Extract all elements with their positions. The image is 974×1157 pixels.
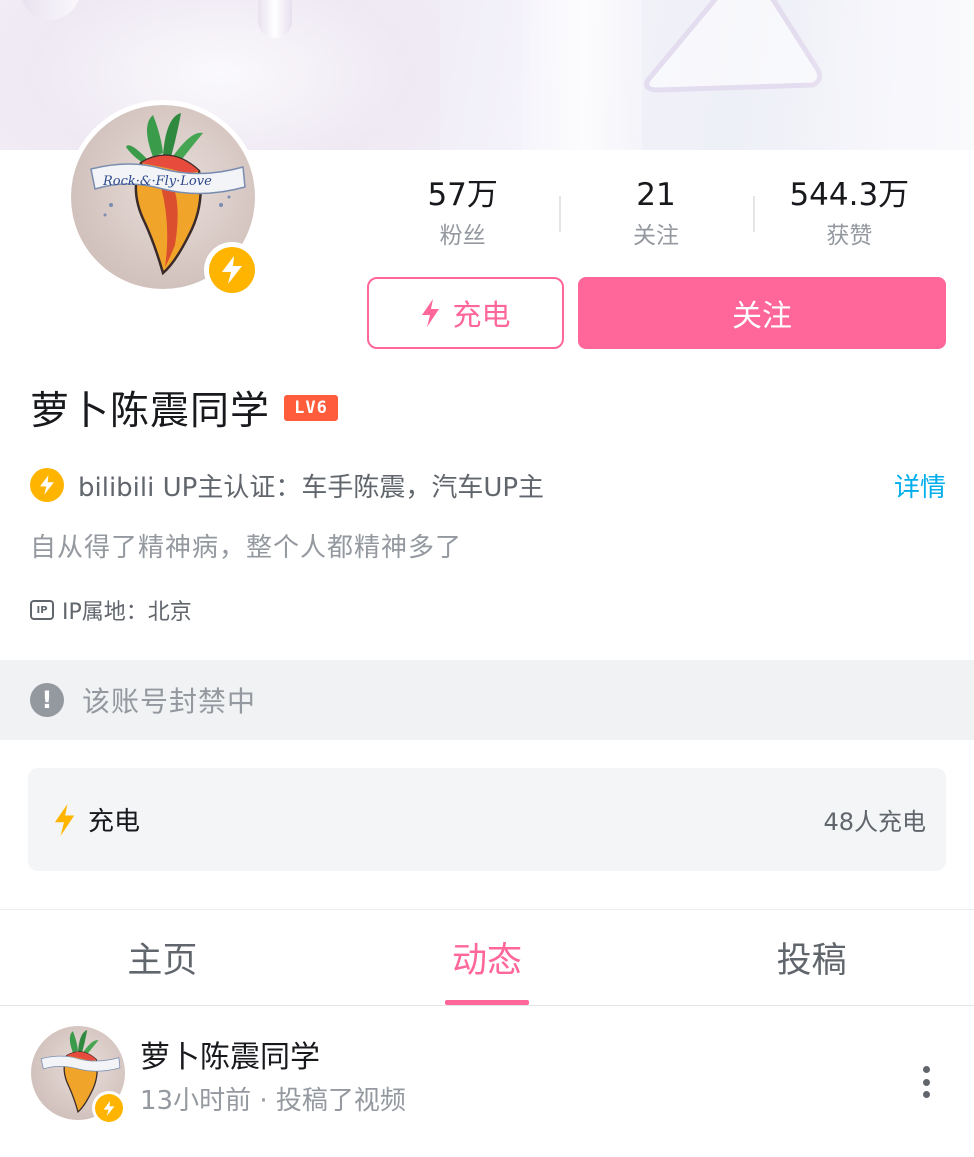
- stat-value: 57万: [427, 177, 498, 213]
- feed-meta: 13小时前 · 投稿了视频: [140, 1086, 406, 1116]
- lightning-icon: [422, 299, 440, 327]
- verified-badge-icon: [204, 242, 260, 298]
- verified-badge-icon: [92, 1091, 126, 1125]
- stat-following[interactable]: 21 关注: [559, 170, 752, 260]
- profile-stats: 57万 粉丝 21 关注 544.3万 获赞: [366, 170, 946, 260]
- profile-bio: 自从得了精神病，整个人都精神多了: [30, 533, 463, 563]
- follow-button[interactable]: 关注: [578, 277, 946, 349]
- ip-location-row: IP IP属地：北京: [30, 592, 192, 628]
- svg-text:Rock·&·Fly·Love: Rock·&·Fly·Love: [102, 174, 212, 189]
- exclamation-icon: !: [30, 683, 64, 717]
- stat-followers[interactable]: 57万 粉丝: [366, 170, 559, 260]
- ip-icon: IP: [30, 600, 54, 620]
- stat-label: 粉丝: [439, 223, 486, 249]
- lightning-icon: [54, 803, 75, 836]
- stat-value: 21: [636, 177, 676, 213]
- stat-label: 获赞: [826, 223, 873, 249]
- level-badge: LV6: [284, 395, 339, 421]
- banner-decoration: [794, 0, 974, 150]
- lightning-icon: [222, 256, 242, 284]
- charge-button[interactable]: 充电: [367, 277, 564, 349]
- charge-card[interactable]: 充电 48人充电: [28, 768, 946, 871]
- certification-row: bilibili UP主认证：车手陈震，汽车UP主 详情: [30, 462, 946, 508]
- certification-detail-link[interactable]: 详情: [894, 467, 946, 504]
- lightning-icon: [40, 475, 54, 495]
- banner-decoration: [522, 0, 642, 150]
- charge-card-title: 充电: [88, 807, 141, 837]
- tab-dynamics[interactable]: 动态: [325, 910, 650, 1005]
- tab-home[interactable]: 主页: [0, 910, 325, 1005]
- charge-button-label: 充电: [452, 298, 511, 332]
- verified-badge-icon: [30, 468, 64, 502]
- ip-location-text: IP属地：北京: [62, 600, 192, 625]
- follow-button-label: 关注: [732, 299, 792, 334]
- profile-name: 萝卜陈震同学: [30, 389, 271, 434]
- banner-decoration: [258, 0, 292, 38]
- certification-text: bilibili UP主认证：车手陈震，汽车UP主: [78, 472, 545, 503]
- banned-notice-text: 该账号封禁中: [82, 685, 257, 718]
- stat-value: 544.3万: [789, 177, 910, 213]
- stat-label: 关注: [632, 223, 679, 249]
- charge-card-count: 48人充电: [823, 808, 926, 836]
- profile-name-row: 萝卜陈震同学 LV6: [30, 380, 339, 436]
- tab-uploads[interactable]: 投稿: [649, 910, 974, 1005]
- lightning-icon: [103, 1100, 115, 1116]
- profile-tabs: 主页 动态 投稿: [0, 909, 974, 1006]
- account-banned-notice: ! 该账号封禁中: [0, 660, 974, 740]
- feed-author-name[interactable]: 萝卜陈震同学: [140, 1032, 320, 1076]
- stat-likes[interactable]: 544.3万 获赞: [752, 170, 946, 260]
- more-vertical-icon[interactable]: [914, 1062, 938, 1102]
